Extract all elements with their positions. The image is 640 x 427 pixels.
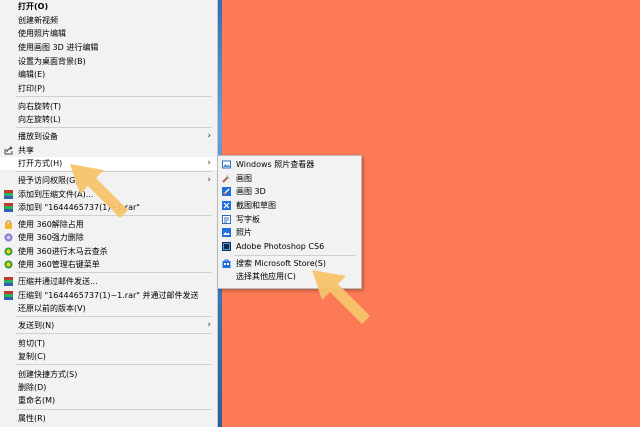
- 360-icon: [4, 247, 13, 256]
- share-icon: [4, 146, 13, 155]
- menu-item-label: 共享: [18, 146, 34, 155]
- menu-separator: [16, 333, 212, 334]
- submenu-item-label: 写字板: [236, 215, 260, 224]
- menu-item-label: 使用 360强力删除: [18, 233, 84, 242]
- menu-item-label: 创建新视频: [18, 16, 58, 25]
- menu-item-edit-with-photos[interactable]: 使用照片编辑: [0, 27, 217, 40]
- menu-item-label: 压缩并通过邮件发送...: [18, 277, 98, 286]
- paint-3d-icon: [222, 187, 231, 196]
- menu-item-label: 编辑(E): [18, 70, 46, 79]
- menu-item-create-video[interactable]: 创建新视频: [0, 14, 217, 27]
- menu-item-compress-email[interactable]: 压缩并通过邮件发送...: [0, 275, 217, 288]
- chevron-right-icon: ›: [207, 175, 211, 185]
- menu-item-properties[interactable]: 属性(R): [0, 412, 217, 425]
- menu-separator: [16, 127, 212, 128]
- submenu-item-label: 选择其他应用(C): [236, 272, 296, 281]
- open-with-submenu: Windows 照片查看器 画图 画图 3D 截图和草图 写字板 照片 Adob…: [217, 155, 362, 289]
- menu-item-cast-to-device[interactable]: 播放到设备 ›: [0, 130, 217, 143]
- menu-item-set-wallpaper[interactable]: 设置为桌面背景(B): [0, 55, 217, 68]
- menu-item-delete[interactable]: 删除(D): [0, 381, 217, 394]
- menu-item-label: 发送到(N): [18, 321, 55, 330]
- winrar-icon: [4, 190, 13, 199]
- submenu-item-windows-photo-viewer[interactable]: Windows 照片查看器: [218, 158, 361, 171]
- menu-item-cut[interactable]: 剪切(T): [0, 337, 217, 350]
- menu-separator: [16, 409, 212, 410]
- photos-icon: [222, 228, 231, 237]
- menu-item-label: 打开方式(H): [18, 159, 63, 168]
- menu-item-label: 打印(P): [18, 84, 46, 93]
- 360-icon: [4, 260, 13, 269]
- menu-item-label: 删除(D): [18, 383, 47, 392]
- menu-item-send-to[interactable]: 发送到(N) ›: [0, 319, 217, 332]
- submenu-item-label: 截图和草图: [236, 201, 276, 210]
- submenu-separator: [234, 255, 356, 256]
- submenu-item-paint-3d[interactable]: 画图 3D: [218, 185, 361, 198]
- winrar-icon: [4, 203, 13, 212]
- menu-item-label: 剪切(T): [18, 339, 46, 348]
- menu-item-360-trojan-scan[interactable]: 使用 360进行木马云查杀: [0, 245, 217, 258]
- menu-separator: [16, 316, 212, 317]
- menu-item-copy[interactable]: 复制(C): [0, 350, 217, 363]
- submenu-item-photoshop[interactable]: Adobe Photoshop CS6: [218, 240, 361, 253]
- submenu-item-paint[interactable]: 画图: [218, 172, 361, 185]
- menu-separator: [16, 96, 212, 97]
- menu-item-rotate-right[interactable]: 向右旋转(T): [0, 100, 217, 113]
- chevron-right-icon: ›: [207, 158, 211, 168]
- menu-item-360-force-delete[interactable]: 使用 360强力删除: [0, 231, 217, 244]
- menu-item-label: 压缩到 "1644465737(1)~1.rar" 并通过邮件发送: [18, 291, 199, 300]
- menu-item-label: 属性(R): [18, 414, 46, 423]
- menu-item-label: 创建快捷方式(S): [18, 370, 78, 379]
- chevron-right-icon: ›: [207, 320, 211, 330]
- menu-item-360-manage-menu[interactable]: 使用 360管理右键菜单: [0, 258, 217, 271]
- submenu-item-label: 画图 3D: [236, 187, 266, 196]
- submenu-item-snip-sketch[interactable]: 截图和草图: [218, 199, 361, 212]
- submenu-item-label: 搜索 Microsoft Store(S): [236, 259, 326, 268]
- menu-separator: [16, 364, 212, 365]
- photoshop-icon: [222, 242, 231, 251]
- menu-item-share[interactable]: 共享: [0, 144, 217, 157]
- menu-item-print[interactable]: 打印(P): [0, 82, 217, 95]
- menu-item-open[interactable]: 打开(O): [0, 0, 217, 13]
- submenu-item-label: 画图: [236, 174, 252, 183]
- submenu-item-label: 照片: [236, 228, 252, 237]
- menu-item-label: 还原以前的版本(V): [18, 304, 86, 313]
- menu-item-rename[interactable]: 重命名(M): [0, 394, 217, 407]
- menu-item-label: 使用 360进行木马云查杀: [18, 247, 108, 256]
- menu-item-label: 重命名(M): [18, 396, 56, 405]
- wordpad-icon: [222, 215, 231, 224]
- winrar-icon: [4, 291, 13, 300]
- snip-sketch-icon: [222, 201, 231, 210]
- paint-icon: [222, 174, 231, 183]
- menu-item-edit-paint3d[interactable]: 使用画图 3D 进行编辑: [0, 41, 217, 54]
- lock-icon: [4, 220, 13, 229]
- menu-item-label: 设置为桌面背景(B): [18, 57, 86, 66]
- submenu-item-wordpad[interactable]: 写字板: [218, 213, 361, 226]
- chevron-right-icon: ›: [207, 131, 211, 141]
- photo-viewer-icon: [222, 160, 231, 169]
- menu-item-restore-version[interactable]: 还原以前的版本(V): [0, 302, 217, 315]
- submenu-item-label: Adobe Photoshop CS6: [236, 242, 325, 251]
- menu-item-create-shortcut[interactable]: 创建快捷方式(S): [0, 368, 217, 381]
- menu-item-label: 复制(C): [18, 352, 46, 361]
- store-icon: [222, 259, 231, 268]
- pointer-arrow-icon: [312, 270, 370, 324]
- menu-item-label: 使用 360管理右键菜单: [18, 260, 100, 269]
- winrar-icon: [4, 277, 13, 286]
- menu-item-label: 使用画图 3D 进行编辑: [18, 43, 99, 52]
- menu-item-label: 向右旋转(T): [18, 102, 62, 111]
- pointer-arrow-icon: [70, 164, 128, 218]
- menu-item-rotate-left[interactable]: 向左旋转(L): [0, 113, 217, 126]
- menu-separator: [16, 272, 212, 273]
- menu-item-label: 向左旋转(L): [18, 115, 61, 124]
- submenu-item-photos[interactable]: 照片: [218, 226, 361, 239]
- submenu-item-search-store[interactable]: 搜索 Microsoft Store(S): [218, 257, 361, 270]
- menu-item-label: 使用照片编辑: [18, 29, 66, 38]
- submenu-item-label: Windows 照片查看器: [236, 160, 315, 169]
- menu-item-label: 播放到设备: [18, 132, 58, 141]
- menu-item-edit[interactable]: 编辑(E): [0, 68, 217, 81]
- menu-item-label: 打开(O): [18, 2, 49, 11]
- 360-delete-icon: [4, 233, 13, 242]
- menu-item-compress-rar-email[interactable]: 压缩到 "1644465737(1)~1.rar" 并通过邮件发送: [0, 289, 217, 302]
